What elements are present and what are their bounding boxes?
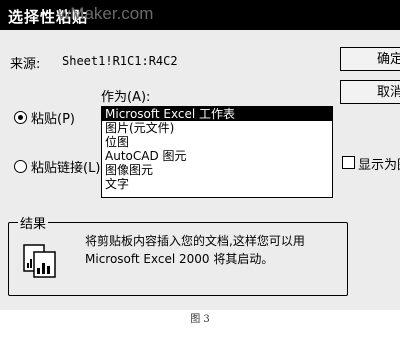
paste-link-radio[interactable] xyxy=(14,160,27,173)
list-item[interactable]: Microsoft Excel 工作表 xyxy=(102,107,332,121)
watermark-text: wMaker.com xyxy=(58,4,154,23)
source-value: Sheet1!R1C1:R4C2 xyxy=(62,54,178,68)
list-item[interactable]: AutoCAD 图元 xyxy=(102,149,332,163)
paste-document-icon xyxy=(23,244,56,278)
list-item[interactable]: 图片(元文件) xyxy=(102,121,332,135)
result-description-line2: Microsoft Excel 2000 将其启动。 xyxy=(85,252,274,266)
title-bar: 选择性粘贴 wMaker.com xyxy=(0,0,400,30)
paste-radio[interactable] xyxy=(14,111,27,124)
list-item[interactable]: 位图 xyxy=(102,135,332,149)
format-listbox[interactable]: Microsoft Excel 工作表 图片(元文件) 位图 AutoCAD 图… xyxy=(101,106,333,198)
cancel-button[interactable]: 取消 xyxy=(340,80,400,104)
paste-special-dialog: 选择性粘贴 wMaker.com 来源: Sheet1!R1C1:R4C2 确定… xyxy=(0,0,400,310)
ok-button[interactable]: 确定 xyxy=(340,47,400,71)
display-as-icon-checkbox[interactable] xyxy=(342,156,355,169)
list-item[interactable]: 图像图元 xyxy=(102,163,332,177)
result-title: 结果 xyxy=(18,213,49,232)
source-label: 来源: xyxy=(10,57,41,72)
result-description-line1: 将剪贴板内容插入您的文档,这样您可以用 xyxy=(85,234,305,248)
display-as-icon-label[interactable]: 显示为图 xyxy=(358,154,400,173)
figure-caption: 图 3 xyxy=(190,314,210,325)
paste-radio-selected-dot xyxy=(18,115,23,120)
as-label: 作为(A): xyxy=(101,90,151,105)
paste-radio-label[interactable]: 粘贴(P) xyxy=(31,108,75,127)
list-item[interactable]: 文字 xyxy=(102,177,332,191)
paste-link-radio-label[interactable]: 粘贴链接(L) xyxy=(31,157,100,176)
